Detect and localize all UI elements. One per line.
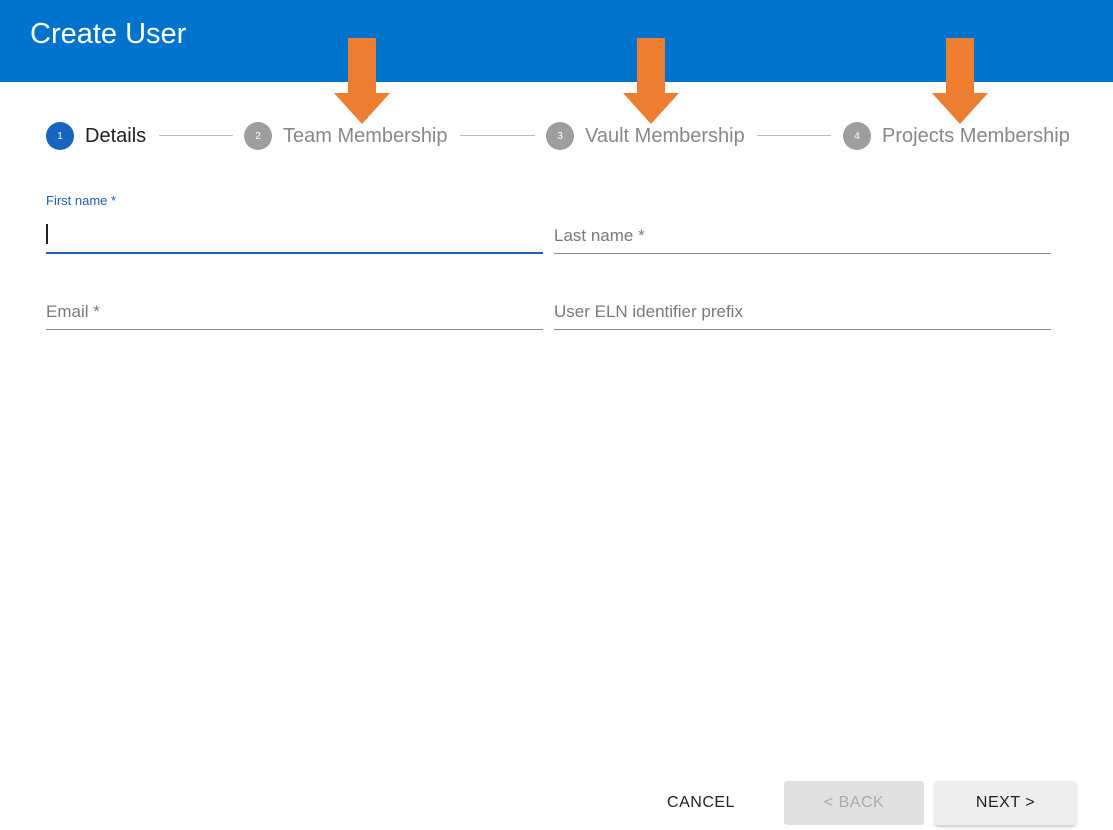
email-field[interactable]: Email * (46, 270, 543, 332)
last-name-underline (554, 253, 1051, 254)
email-placeholder: Email * (46, 302, 100, 321)
step-number-badge: 1 (46, 122, 74, 150)
step-connector (460, 135, 535, 136)
step-label: Vault Membership (585, 124, 745, 147)
step-number-badge: 4 (843, 122, 871, 150)
step-number-badge: 3 (546, 122, 574, 150)
step-label: Details (85, 124, 147, 147)
eln-prefix-placeholder: User ELN identifier prefix (554, 302, 743, 321)
step-vault-membership[interactable]: 3 Vault Membership (546, 122, 745, 150)
step-number-badge: 2 (244, 122, 272, 150)
step-label: Projects Membership (882, 124, 1070, 147)
last-name-placeholder: Last name * (554, 226, 645, 245)
step-connector (159, 135, 233, 136)
first-name-field[interactable]: First name * (46, 193, 543, 255)
last-name-field[interactable]: Last name * (554, 193, 1051, 255)
annotation-down-arrow-icon (932, 38, 988, 124)
step-label: Team Membership (283, 124, 448, 147)
first-name-underline (46, 252, 543, 254)
annotation-down-arrow-icon (623, 38, 679, 124)
eln-prefix-underline (554, 329, 1051, 330)
dialog-title: Create User (30, 18, 187, 50)
eln-prefix-field[interactable]: User ELN identifier prefix (554, 270, 1051, 332)
annotation-down-arrow-icon (334, 38, 390, 124)
step-team-membership[interactable]: 2 Team Membership (244, 122, 448, 150)
create-user-dialog: Create User 1 Details 2 Team Membership … (0, 0, 1113, 830)
text-caret (46, 224, 48, 244)
next-button[interactable]: NEXT > (935, 781, 1076, 825)
email-underline (46, 329, 543, 330)
first-name-label: First name * (46, 193, 117, 208)
step-projects-membership[interactable]: 4 Projects Membership (843, 122, 1070, 150)
step-details[interactable]: 1 Details (46, 122, 146, 150)
back-button[interactable]: < BACK (784, 781, 924, 825)
cancel-button[interactable]: CANCEL (650, 781, 752, 825)
step-connector (757, 135, 831, 136)
